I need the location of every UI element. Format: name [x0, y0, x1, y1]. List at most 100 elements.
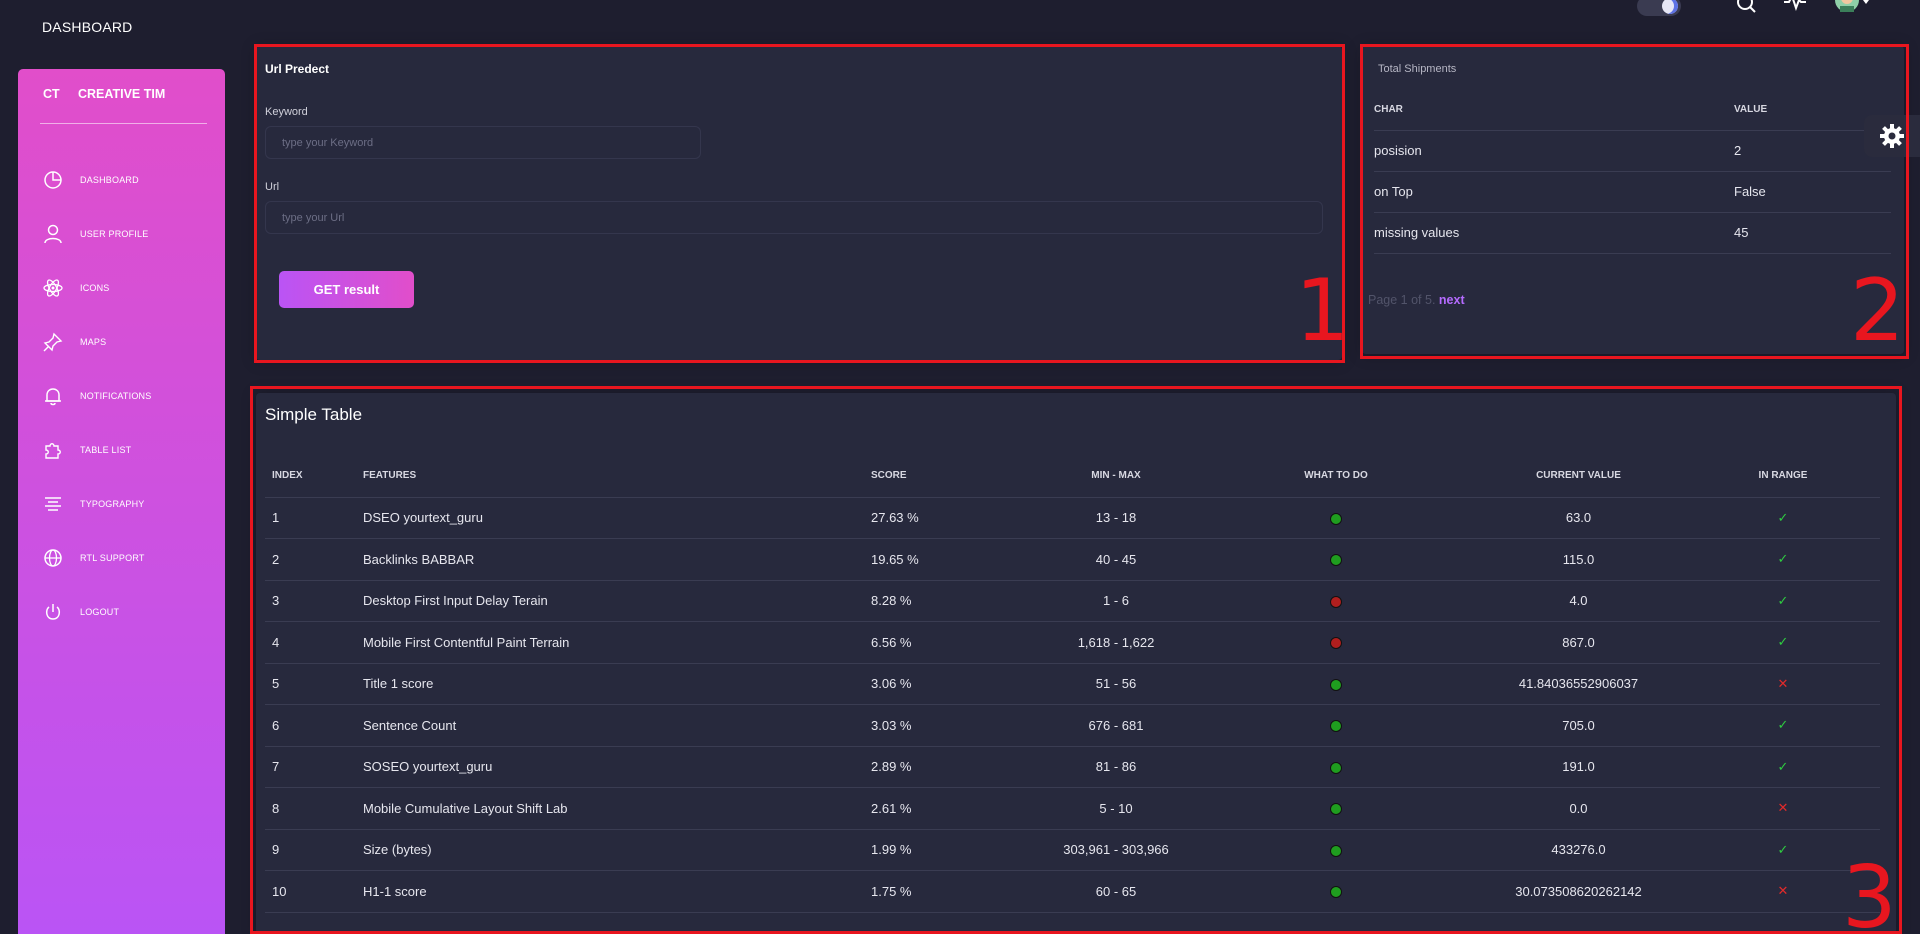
- feature-cell: Backlinks BABBAR: [363, 538, 871, 581]
- logo-mini[interactable]: CT: [43, 87, 60, 101]
- score-cell: 19.65 %: [871, 538, 1031, 581]
- char-cell: posision: [1374, 130, 1734, 172]
- annotation-label-2: 2: [1850, 261, 1905, 361]
- avatar[interactable]: [1835, 0, 1871, 16]
- atom-icon: [43, 279, 63, 297]
- min-max-cell: 81 - 86: [1031, 746, 1201, 788]
- min-max-cell: 303,961 - 303,966: [1031, 829, 1201, 871]
- activity-icon[interactable]: [1783, 0, 1807, 16]
- check-icon: ✓: [1777, 758, 1789, 774]
- sidebar-item-notifications[interactable]: NOTIFICATIONS: [18, 369, 225, 423]
- what-to-do-cell: [1201, 497, 1471, 539]
- status-dot-green: [1330, 844, 1342, 857]
- user-icon: [44, 224, 62, 244]
- feature-cell: Mobile First Contentful Paint Terrain: [363, 621, 871, 664]
- url-predict-card: Url Predect Keyword Url GET result: [256, 46, 1342, 360]
- status-dot-green: [1330, 554, 1342, 567]
- what-to-do-cell: [1201, 580, 1471, 622]
- cross-icon: ✕: [1777, 675, 1789, 691]
- score-cell: 2.89 %: [871, 746, 1031, 788]
- column-header: FEATURES: [363, 455, 871, 498]
- current-value-cell: 191.0: [1471, 746, 1686, 788]
- sidebar-item-label: TYPOGRAPHY: [80, 499, 145, 509]
- annotation-label-1: 1: [1295, 261, 1350, 361]
- table-row: 2 Backlinks BABBAR 19.65 % 40 - 45 115.0 ✓: [265, 538, 1880, 581]
- what-to-do-cell: [1201, 746, 1471, 788]
- sidebar: CT CREATIVE TIM DASHBOARD USER PROFILE I…: [18, 69, 225, 934]
- check-icon: ✓: [1777, 592, 1789, 608]
- in-range-cell: ✓: [1686, 497, 1880, 539]
- min-max-cell: 1,618 - 1,622: [1031, 621, 1201, 664]
- check-icon: ✓: [1777, 634, 1789, 650]
- index-cell: 3: [265, 580, 363, 622]
- char-cell: missing values: [1374, 212, 1734, 254]
- status-dot-red: [1330, 595, 1342, 608]
- chart-pie-icon: [44, 171, 62, 189]
- char-cell: on Top: [1374, 171, 1734, 213]
- min-max-cell: 60 - 65: [1031, 870, 1201, 913]
- feature-cell: Mobile Cumulative Layout Shift Lab: [363, 787, 871, 830]
- sidebar-item-label: NOTIFICATIONS: [80, 391, 152, 401]
- score-cell: 8.28 %: [871, 580, 1031, 622]
- next-page-link[interactable]: next: [1439, 293, 1465, 307]
- score-cell: 3.06 %: [871, 663, 1031, 705]
- table-row: missing values 45: [1374, 212, 1891, 254]
- url-input[interactable]: [265, 201, 1323, 234]
- min-max-cell: 5 - 10: [1031, 787, 1201, 830]
- score-cell: 1.99 %: [871, 829, 1031, 871]
- feature-cell: H1-1 score: [363, 870, 871, 913]
- status-dot-green: [1330, 761, 1342, 774]
- sidebar-item-logout[interactable]: LOGOUT: [18, 585, 225, 639]
- get-result-button[interactable]: GET result: [279, 271, 414, 308]
- current-value-cell: 63.0: [1471, 497, 1686, 539]
- sidebar-item-dashboard[interactable]: DASHBOARD: [18, 153, 225, 207]
- min-max-cell: 51 - 56: [1031, 663, 1201, 705]
- feature-cell: Sentence Count: [363, 704, 871, 747]
- cross-icon: ✕: [1777, 800, 1789, 816]
- in-range-cell: ✓: [1686, 538, 1880, 581]
- search-icon[interactable]: [1735, 0, 1759, 16]
- sidebar-item-maps[interactable]: MAPS: [18, 315, 225, 369]
- status-dot-green: [1330, 678, 1342, 691]
- column-header: CURRENT VALUE: [1471, 455, 1686, 498]
- table-header-row: INDEX FEATURES SCORE MIN - MAX WHAT TO D…: [265, 455, 1880, 498]
- status-dot-green: [1330, 512, 1342, 525]
- sidebar-logo[interactable]: CT CREATIVE TIM: [18, 87, 225, 117]
- in-range-cell: ✓: [1686, 746, 1880, 788]
- sidebar-item-rtl-support[interactable]: RTL SUPPORT: [18, 531, 225, 585]
- sidebar-item-label: RTL SUPPORT: [80, 553, 145, 563]
- what-to-do-cell: [1201, 787, 1471, 830]
- moon-icon: [1662, 0, 1678, 14]
- navbar-title[interactable]: DASHBOARD: [42, 19, 132, 35]
- keyword-label: Keyword: [265, 106, 308, 118]
- what-to-do-cell: [1201, 538, 1471, 581]
- in-range-cell: ✕: [1686, 663, 1880, 705]
- table-row: 9 Size (bytes) 1.99 % 303,961 - 303,966 4332…: [265, 829, 1880, 871]
- sidebar-item-user-profile[interactable]: USER PROFILE: [18, 207, 225, 261]
- sidebar-item-icons[interactable]: ICONS: [18, 261, 225, 315]
- column-header: MIN - MAX: [1031, 455, 1201, 498]
- what-to-do-cell: [1201, 829, 1471, 871]
- theme-toggle[interactable]: [1637, 0, 1681, 16]
- min-max-cell: 1 - 6: [1031, 580, 1201, 622]
- url-label: Url: [265, 181, 280, 193]
- table-row: 10 H1-1 score 1.75 % 60 - 65 30.073508620262…: [265, 870, 1880, 913]
- logo-text[interactable]: CREATIVE TIM: [78, 87, 165, 101]
- index-cell: 5: [265, 663, 363, 705]
- table-row: 3 Desktop First Input Delay Terain 8.28 % 1…: [265, 580, 1880, 622]
- sidebar-item-table-list[interactable]: TABLE LIST: [18, 423, 225, 477]
- check-icon: ✓: [1777, 717, 1789, 733]
- index-cell: 10: [265, 870, 363, 913]
- keyword-input[interactable]: [265, 126, 701, 159]
- current-value-cell: 867.0: [1471, 621, 1686, 664]
- score-cell: 27.63 %: [871, 497, 1031, 539]
- shipments-table: CHAR VALUE posision 2 on Top False missi…: [1374, 90, 1891, 254]
- sidebar-item-typography[interactable]: TYPOGRAPHY: [18, 477, 225, 531]
- in-range-cell: ✓: [1686, 704, 1880, 747]
- align-center-icon: [45, 497, 61, 511]
- sidebar-item-label: DASHBOARD: [80, 175, 139, 185]
- settings-button[interactable]: [1864, 115, 1920, 157]
- check-icon: ✓: [1777, 841, 1789, 857]
- status-dot-green: [1330, 886, 1342, 899]
- index-cell: 2: [265, 538, 363, 581]
